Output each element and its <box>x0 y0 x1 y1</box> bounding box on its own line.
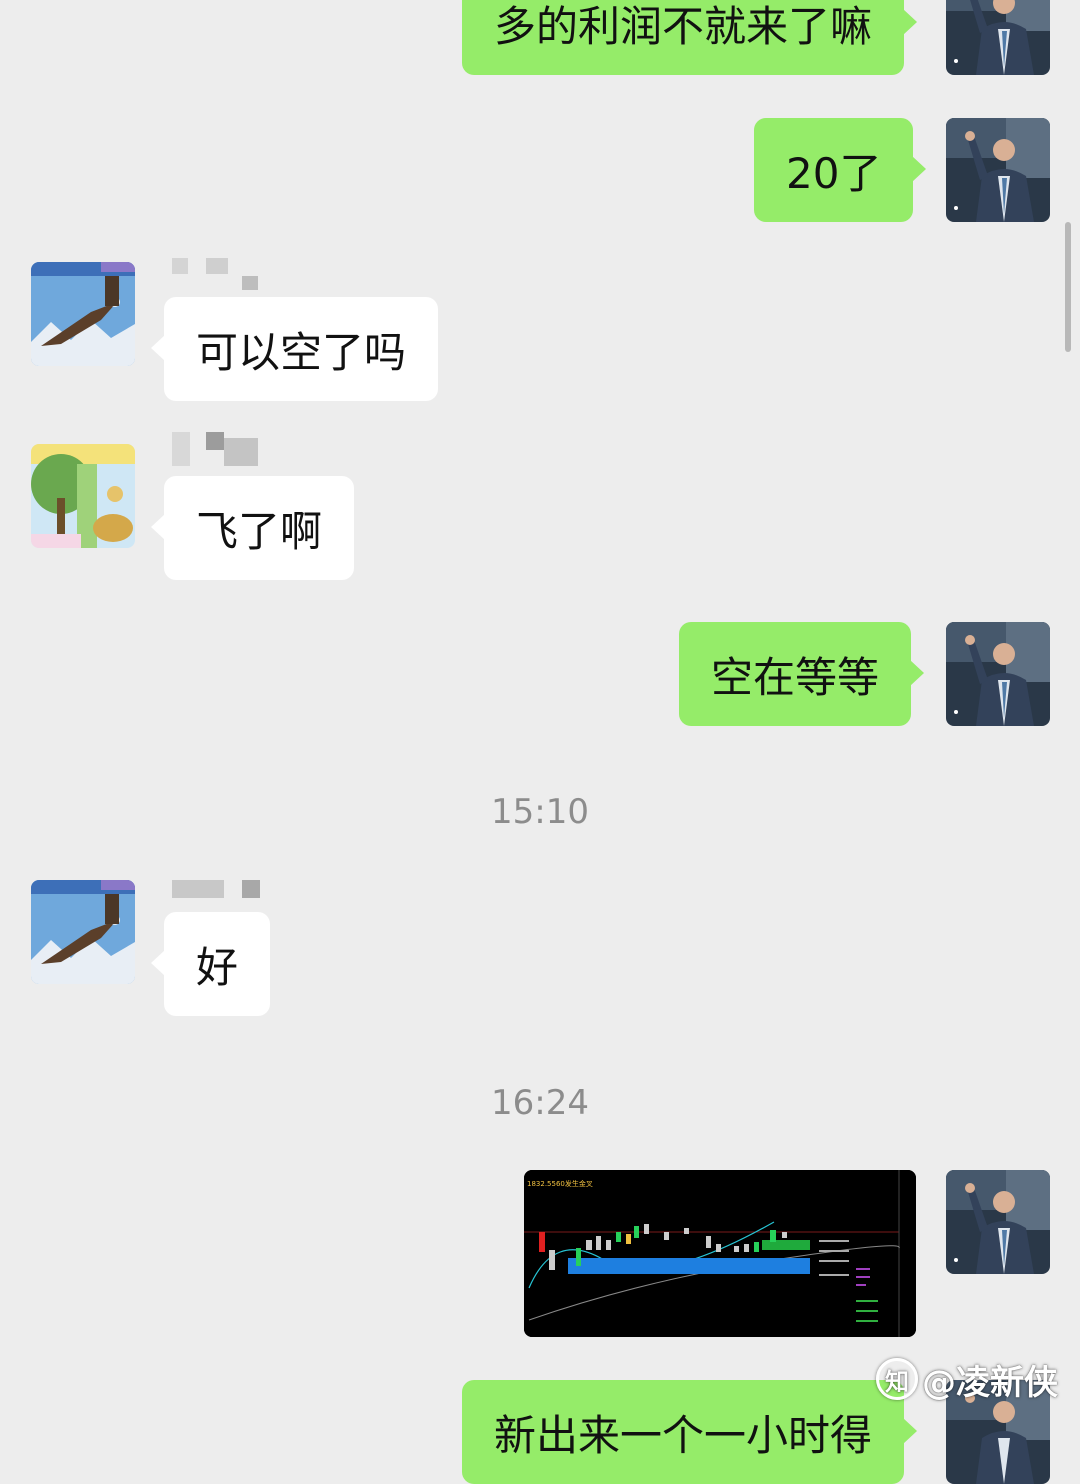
message-bubble-sent[interactable]: 多的利润不就来了嘛 <box>462 0 918 75</box>
watermark: 知 @凌新侠 <box>876 1354 1058 1404</box>
message-bubble-sent[interactable]: 20了 <box>754 118 927 222</box>
contact-avatar-tree[interactable] <box>31 444 135 548</box>
avatar-man-suit-image <box>946 1170 1050 1274</box>
zhihu-logo-icon: 知 <box>876 1358 918 1400</box>
avatar-eagle-image <box>31 262 135 366</box>
sent-image-candlestick-chart[interactable]: 1832.5560发生金叉 <box>524 1170 916 1337</box>
message-bubble-received[interactable]: 好 <box>150 912 271 1016</box>
timestamp: 15:10 <box>491 792 589 832</box>
timestamp: 16:24 <box>491 1083 589 1123</box>
message-bubble-sent[interactable]: 新出来一个一小时得 <box>462 1380 918 1484</box>
message-text: 20了 <box>786 148 882 198</box>
avatar-man-suit-image <box>946 0 1050 75</box>
my-avatar[interactable] <box>946 0 1050 75</box>
my-avatar[interactable] <box>946 118 1050 222</box>
avatar-man-suit-image <box>946 622 1050 726</box>
candlestick-chart-thumbnail: 1832.5560发生金叉 <box>524 1170 916 1337</box>
scrollbar[interactable] <box>1065 222 1071 352</box>
message-text: 新出来一个一小时得 <box>494 1410 873 1460</box>
avatar-man-suit-image <box>946 118 1050 222</box>
my-avatar[interactable] <box>946 1170 1050 1274</box>
message-text: 飞了啊 <box>196 506 323 556</box>
contact-name-blurred <box>172 258 272 294</box>
chart-header-text: 1832.5560发生金叉 <box>527 1179 593 1188</box>
message-text: 好 <box>196 942 239 992</box>
contact-avatar-eagle[interactable] <box>31 880 135 984</box>
contact-avatar-eagle[interactable] <box>31 262 135 366</box>
avatar-tree-image <box>31 444 135 548</box>
message-bubble-sent[interactable]: 空在等等 <box>679 622 925 726</box>
message-text: 可以空了吗 <box>196 327 407 377</box>
message-bubble-received[interactable]: 飞了啊 <box>150 476 355 580</box>
watermark-text: @凌新侠 <box>922 1362 1058 1403</box>
avatar-eagle-image <box>31 880 135 984</box>
message-text: 空在等等 <box>711 652 880 702</box>
contact-name-blurred <box>172 880 272 916</box>
message-bubble-received[interactable]: 可以空了吗 <box>150 297 439 401</box>
contact-name-blurred <box>172 432 272 468</box>
message-text: 多的利润不就来了嘛 <box>494 1 873 51</box>
my-avatar[interactable] <box>946 622 1050 726</box>
